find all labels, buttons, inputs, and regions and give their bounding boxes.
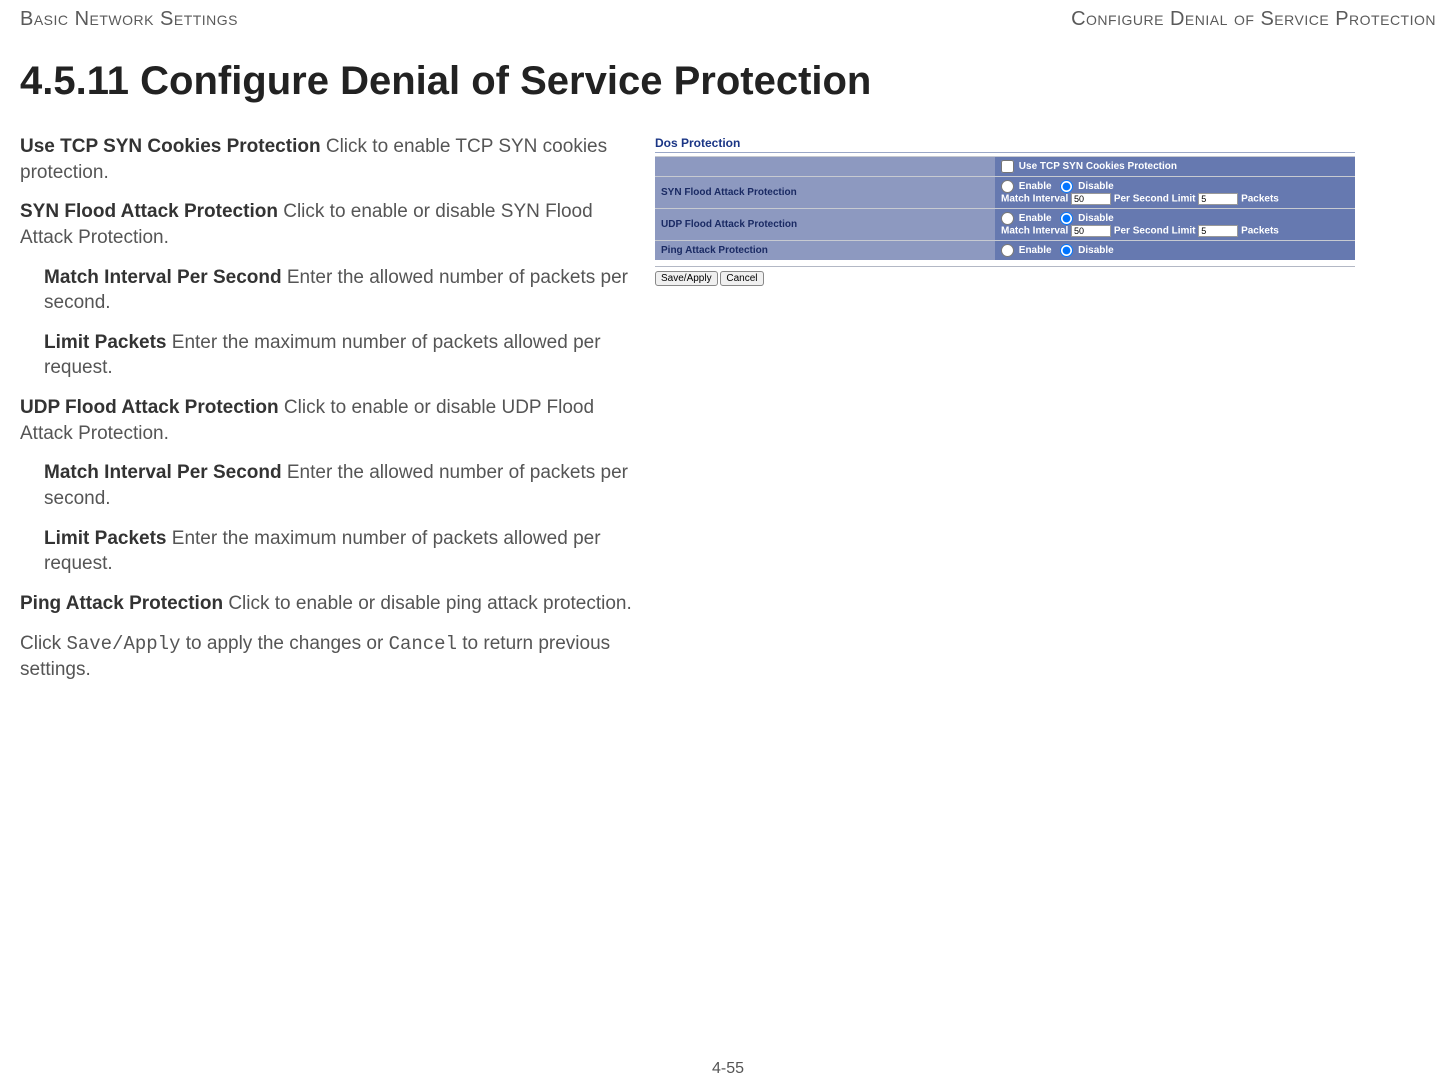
udp-limit-input[interactable]	[1198, 225, 1238, 237]
desc-syn-flood-label: SYN Flood Attack Protection	[20, 201, 278, 222]
ping-enable-radio[interactable]	[1001, 244, 1014, 257]
row-blank-label	[655, 157, 995, 177]
desc-syn-cookies-label: Use TCP SYN Cookies Protection	[20, 136, 321, 157]
syn-cookies-checkbox[interactable]	[1001, 160, 1014, 173]
syn-match-interval-input[interactable]	[1071, 193, 1111, 205]
ping-row-content: Enable Disable	[995, 241, 1355, 261]
udp-disable-radio[interactable]	[1060, 212, 1073, 225]
final-pre: Click	[20, 633, 66, 654]
page-title: 4.5.11 Configure Denial of Service Prote…	[20, 59, 1436, 104]
ping-disable-label: Disable	[1078, 245, 1114, 256]
syn-per-second-label: Per Second Limit	[1114, 194, 1196, 205]
ping-disable-radio[interactable]	[1060, 244, 1073, 257]
udp-enable-label: Enable	[1019, 213, 1052, 224]
header-left: Basic Network Settings	[20, 8, 238, 31]
ping-row-label: Ping Attack Protection	[655, 241, 995, 261]
udp-per-second-label: Per Second Limit	[1114, 226, 1196, 237]
desc-match-interval-label-2: Match Interval Per Second	[44, 462, 282, 483]
syn-enable-label: Enable	[1019, 181, 1052, 192]
desc-limit-packets-label-1: Limit Packets	[44, 332, 167, 353]
syn-packets-label: Packets	[1241, 194, 1279, 205]
save-apply-button[interactable]: Save/Apply	[655, 271, 718, 286]
desc-udp-flood-label: UDP Flood Attack Protection	[20, 397, 279, 418]
row-syn-cookies: Use TCP SYN Cookies Protection	[995, 157, 1355, 177]
dos-table: Use TCP SYN Cookies Protection SYN Flood…	[655, 156, 1355, 260]
final-save: Save/Apply	[66, 633, 180, 655]
syn-enable-radio[interactable]	[1001, 180, 1014, 193]
panel-title: Dos Protection	[655, 134, 1355, 151]
desc-ping-label: Ping Attack Protection	[20, 593, 223, 614]
syn-disable-label: Disable	[1078, 181, 1114, 192]
udp-flood-row-label: UDP Flood Attack Protection	[655, 209, 995, 241]
header-right: Configure Denial of Service Protection	[1071, 8, 1436, 31]
syn-match-interval-label: Match Interval	[1001, 194, 1068, 205]
ping-enable-label: Enable	[1019, 245, 1052, 256]
cancel-button[interactable]: Cancel	[720, 271, 763, 286]
final-mid: to apply the changes or	[180, 633, 388, 654]
syn-disable-radio[interactable]	[1060, 180, 1073, 193]
final-cancel: Cancel	[389, 633, 457, 655]
desc-limit-packets-label-2: Limit Packets	[44, 528, 167, 549]
syn-cookies-label: Use TCP SYN Cookies Protection	[1019, 161, 1177, 172]
udp-packets-label: Packets	[1241, 226, 1279, 237]
syn-flood-row-content: Enable Disable Match Interval Per Second…	[995, 177, 1355, 209]
udp-match-interval-input[interactable]	[1071, 225, 1111, 237]
desc-ping-text: Click to enable or disable ping attack p…	[223, 593, 632, 614]
desc-match-interval-label-1: Match Interval Per Second	[44, 267, 282, 288]
page-number: 4-55	[712, 1060, 744, 1078]
syn-limit-input[interactable]	[1198, 193, 1238, 205]
screenshot-panel: Dos Protection Use TCP SYN Cookies Prote…	[655, 134, 1355, 286]
syn-flood-row-label: SYN Flood Attack Protection	[655, 177, 995, 209]
description-column: Use TCP SYN Cookies Protection Click to …	[20, 134, 635, 697]
udp-flood-row-content: Enable Disable Match Interval Per Second…	[995, 209, 1355, 241]
udp-disable-label: Disable	[1078, 213, 1114, 224]
udp-enable-radio[interactable]	[1001, 212, 1014, 225]
udp-match-interval-label: Match Interval	[1001, 226, 1068, 237]
